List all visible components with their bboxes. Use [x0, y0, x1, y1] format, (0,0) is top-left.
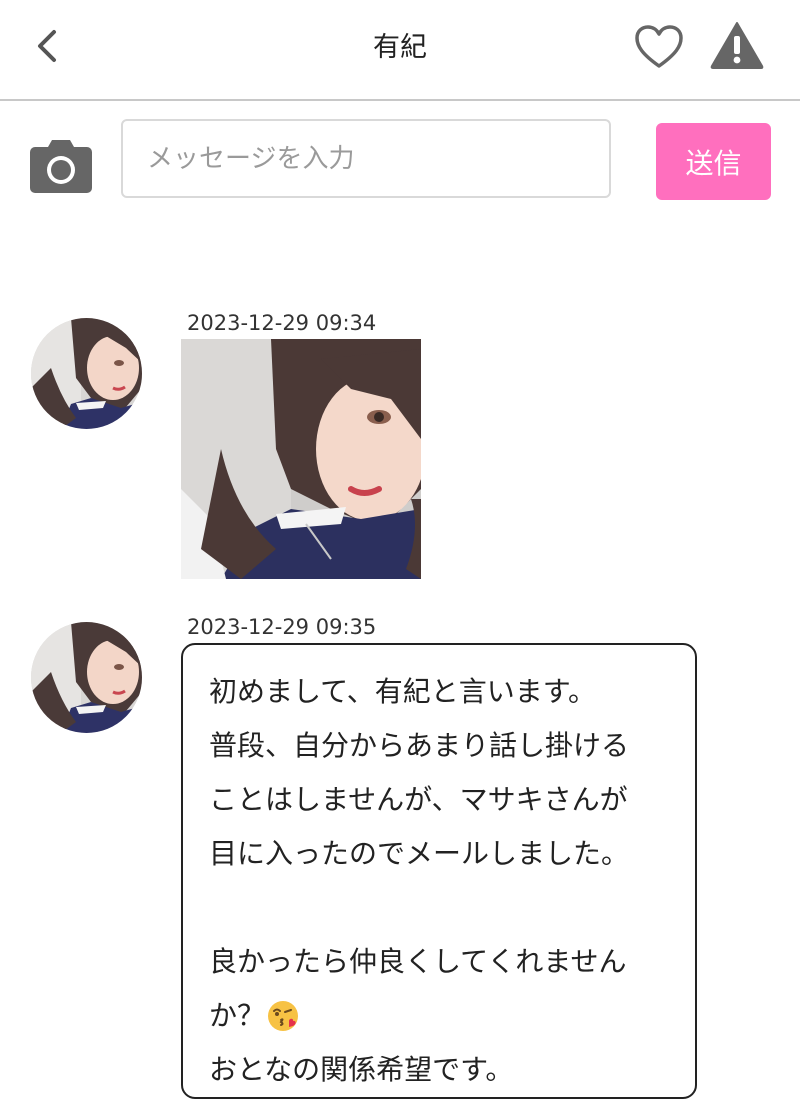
avatar[interactable] [31, 622, 142, 733]
header-bar: 有紀 [0, 0, 800, 101]
message-input[interactable] [121, 119, 611, 198]
heart-outline-icon[interactable] [634, 24, 684, 70]
camera-icon[interactable] [28, 137, 94, 195]
message-text-line: 普段、自分からあまり話し掛ける [209, 729, 630, 762]
message-text-line: 目に入ったのでメールしました。 [209, 837, 630, 870]
message-photo[interactable] [181, 339, 421, 579]
message-text-fragment: か？ [209, 999, 266, 1032]
message-text-line: 良かったら仲良くしてくれません [209, 945, 627, 978]
message-bubble: 初めまして、有紀と言います。 普段、自分からあまり話し掛ける ことはしませんが、… [181, 643, 697, 1099]
chevron-left-icon[interactable] [28, 26, 68, 66]
message-text-line-with-emoji: か？ [209, 989, 669, 1043]
message-timestamp: 2023-12-29 09:34 [187, 311, 377, 335]
avatar[interactable] [31, 318, 142, 429]
send-button[interactable]: 送信 [656, 123, 771, 200]
message-text-line: おとなの関係希望です。 [209, 1053, 514, 1086]
message-text-line: ことはしませんが、マサキさんが [209, 783, 628, 816]
message-text-line: 初めまして、有紀と言います。 [209, 675, 596, 708]
message-text-line [209, 881, 669, 935]
warning-triangle-icon[interactable] [710, 20, 764, 70]
message-timestamp: 2023-12-29 09:35 [187, 615, 377, 639]
message-composer: 送信 [0, 101, 800, 221]
kissing-face-emoji [268, 1001, 299, 1031]
